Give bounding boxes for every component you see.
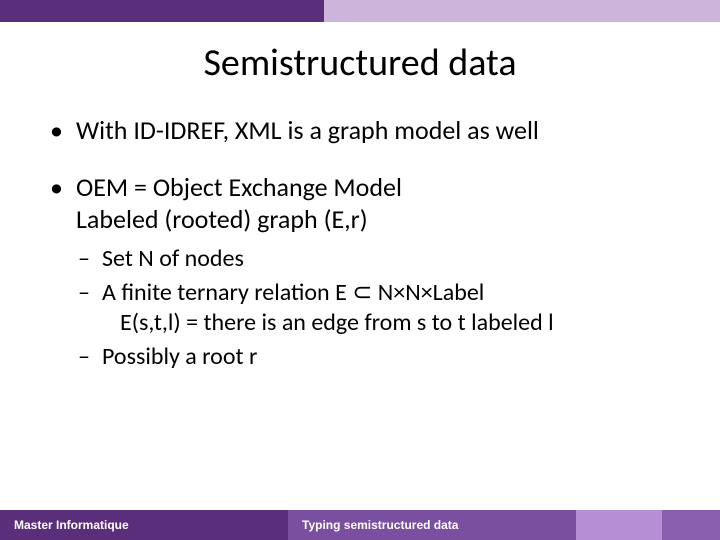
bullet-text: With ID-IDREF, XML is a graph model as w…	[76, 114, 539, 146]
footer-left: Master Informatique	[0, 510, 288, 540]
sub-bullet-item: Set N of nodes	[76, 244, 672, 274]
sub-bullet-text: E(s,t,l) = there is an edge from s to t …	[102, 308, 672, 338]
bullet-item: With ID-IDREF, XML is a graph model as w…	[48, 114, 672, 147]
footer-left-text: Master Informatique	[14, 518, 129, 532]
bullet-text: OEM = Object Exchange Model	[76, 171, 402, 203]
footer-accent-a	[576, 510, 662, 540]
sub-bullet-item: Possibly a root r	[76, 342, 672, 372]
slide-body: With ID-IDREF, XML is a graph model as w…	[0, 114, 720, 540]
sub-bullet-text: Set N of nodes	[102, 244, 244, 273]
top-accent-bar	[0, 0, 720, 22]
sub-bullet-list: Set N of nodes A finite ternary relation…	[76, 244, 672, 372]
slide: Semistructured data With ID-IDREF, XML i…	[0, 0, 720, 540]
footer-right: Typing semistructured data	[288, 510, 576, 540]
sub-bullet-item: A finite ternary relation E ⊂ N×N×Label …	[76, 278, 672, 338]
footer-bar: Master Informatique Typing semistructure…	[0, 510, 720, 540]
bullet-text: Labeled (rooted) graph (E,r)	[76, 203, 368, 235]
slide-title: Semistructured data	[0, 40, 720, 86]
footer-right-text: Typing semistructured data	[302, 518, 458, 532]
bullet-item: OEM = Object Exchange Model Labeled (roo…	[48, 171, 672, 372]
bullet-list: With ID-IDREF, XML is a graph model as w…	[48, 114, 672, 372]
top-accent-light	[324, 0, 720, 22]
sub-bullet-text: A finite ternary relation E ⊂ N×N×Label	[102, 278, 484, 307]
footer-accent-b	[662, 510, 720, 540]
top-accent-dark	[0, 0, 324, 22]
sub-bullet-text: Possibly a root r	[102, 342, 257, 371]
